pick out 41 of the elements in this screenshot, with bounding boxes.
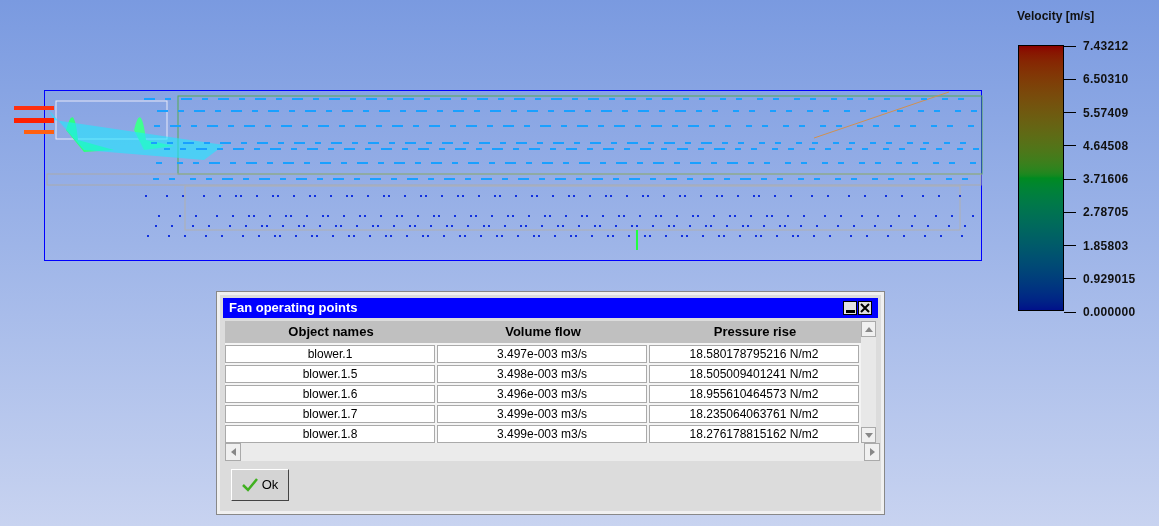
scale-label: 6.50310 [1083, 71, 1129, 89]
minimize-button[interactable] [843, 301, 857, 315]
table-cell: 18.276178815162 N/m2 [649, 425, 859, 443]
inlet-jet-drawing [14, 106, 54, 134]
legend-title: Velocity [m/s] [1017, 8, 1095, 25]
scale-label: 1.85803 [1083, 237, 1129, 255]
checkmark-icon [241, 478, 258, 492]
table-cell: 3.499e-003 m3/s [437, 405, 647, 423]
table-cell: 18.235064063761 N/m2 [649, 405, 859, 423]
table-cell: 18.580178795216 N/m2 [649, 345, 859, 363]
table-cell: 18.955610464573 N/m2 [649, 385, 859, 403]
close-icon [860, 303, 870, 313]
table-cell: 3.496e-003 m3/s [437, 385, 647, 403]
scale-label: 4.64508 [1083, 137, 1129, 155]
up-arrow-icon [864, 326, 873, 332]
table-cell: 18.505009401241 N/m2 [649, 365, 859, 383]
scale-label: 0.000000 [1083, 304, 1136, 321]
table-cell: blower.1.5 [225, 365, 435, 383]
table-cell: 3.498e-003 m3/s [437, 365, 647, 383]
column-header: Pressure rise [712, 323, 798, 342]
scale-label: 3.71606 [1083, 171, 1129, 188]
right-arrow-icon [869, 448, 875, 456]
scale-label: 0.929015 [1083, 270, 1136, 288]
column-header: Volume flow [504, 323, 582, 342]
scale-label: 2.78705 [1083, 204, 1129, 222]
horizontal-scrollbar[interactable] [225, 443, 880, 461]
close-button[interactable] [858, 301, 872, 315]
table-cell: 3.499e-003 m3/s [437, 425, 647, 443]
left-arrow-icon [230, 448, 236, 456]
down-arrow-icon [864, 432, 873, 438]
scale-label: 7.43212 [1083, 38, 1129, 55]
scale-label: 5.57409 [1083, 104, 1129, 122]
table-cell: blower.1 [225, 345, 435, 363]
column-header: Object names [287, 323, 375, 342]
ok-button[interactable]: Ok [231, 469, 289, 501]
table-cell: blower.1.7 [225, 405, 435, 423]
table-cell: blower.1.8 [225, 425, 435, 443]
table-cell: 3.497e-003 m3/s [437, 345, 647, 363]
vertical-scrollbar[interactable] [861, 321, 876, 443]
dialog-title: Fan operating points [229, 299, 359, 318]
table-cell: blower.1.6 [225, 385, 435, 403]
